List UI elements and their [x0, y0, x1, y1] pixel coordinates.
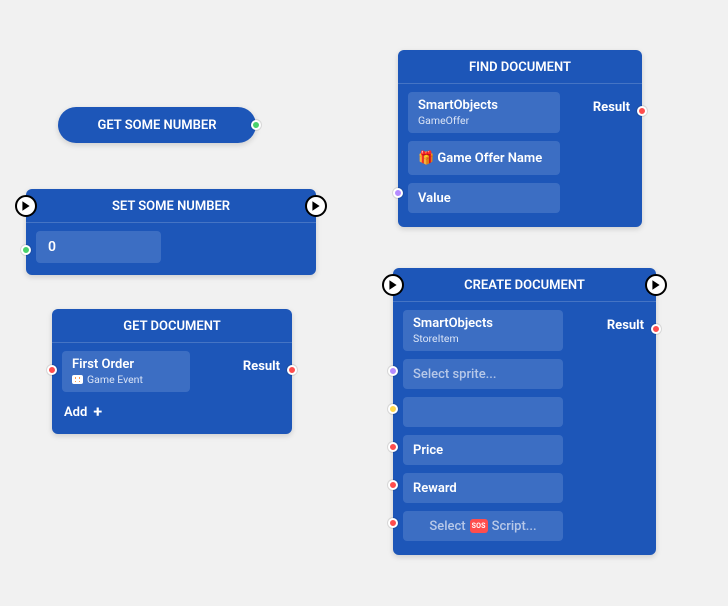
sprite-port[interactable] [388, 366, 398, 376]
result-label: Result [243, 359, 280, 374]
field-sub: Game Event [72, 373, 180, 386]
script-prefix: Select [429, 519, 465, 534]
flow-out-port[interactable] [645, 274, 667, 296]
document-field[interactable]: First Order Game Event [62, 351, 190, 392]
node-title-row: GET DOCUMENT [52, 309, 292, 343]
add-button[interactable]: Add + [62, 400, 282, 422]
sprite-field[interactable]: Select sprite... [403, 359, 563, 389]
node-title: GET SOME NUMBER [97, 118, 216, 133]
script-port[interactable] [388, 518, 398, 528]
field-label: SmartObjects [413, 316, 553, 331]
node-title-row: SET SOME NUMBER [26, 189, 316, 223]
node-title: CREATE DOCUMENT [464, 278, 585, 293]
node-title: GET DOCUMENT [123, 319, 220, 334]
node-title: FIND DOCUMENT [469, 60, 571, 75]
result-port[interactable] [637, 106, 647, 116]
smartobjects-field[interactable]: SmartObjects StoreItem [403, 310, 563, 351]
node-set-some-number[interactable]: SET SOME NUMBER 0 [26, 189, 316, 275]
node-create-document[interactable]: CREATE DOCUMENT SmartObjects StoreItem S… [393, 268, 656, 555]
number-value: 0 [48, 239, 56, 255]
placeholder-text: Select sprite... [413, 367, 553, 382]
field-label: 🎁 Game Offer Name [418, 151, 550, 166]
flow-out-port[interactable] [305, 195, 327, 217]
field-label: Value [418, 191, 550, 206]
field3-port[interactable] [388, 404, 398, 414]
number-input[interactable]: 0 [36, 231, 161, 263]
flow-in-port[interactable] [382, 274, 404, 296]
flow-in-port[interactable] [15, 195, 37, 217]
field-label: Reward [413, 481, 553, 496]
field-label: First Order [72, 357, 180, 372]
script-field[interactable]: Select SOS Script... [403, 511, 563, 541]
sos-badge-icon: SOS [470, 519, 488, 533]
node-body: SmartObjects StoreItem Select sprite... … [393, 302, 656, 555]
price-port[interactable] [388, 442, 398, 452]
grid-icon [72, 375, 83, 384]
output-port[interactable] [251, 120, 261, 130]
add-label: Add [64, 405, 87, 420]
result-port[interactable] [651, 324, 661, 334]
value-field[interactable]: Value [408, 183, 560, 213]
node-get-document[interactable]: GET DOCUMENT First Order Game Event Resu… [52, 309, 292, 434]
result-label: Result [593, 100, 630, 115]
result-port[interactable] [287, 365, 297, 375]
empty-field[interactable] [403, 397, 563, 427]
node-title-row: CREATE DOCUMENT [393, 268, 656, 302]
reward-port[interactable] [388, 480, 398, 490]
smartobjects-field[interactable]: SmartObjects GameOffer [408, 92, 560, 133]
node-title: SET SOME NUMBER [112, 199, 230, 214]
field-label: SmartObjects [418, 98, 550, 113]
node-body: 0 [26, 223, 316, 275]
field-sub: GameOffer [418, 114, 550, 127]
game-offer-name-field[interactable]: 🎁 Game Offer Name [408, 141, 560, 175]
node-title-row: FIND DOCUMENT [398, 50, 642, 84]
node-get-some-number[interactable]: GET SOME NUMBER [58, 107, 256, 143]
reward-field[interactable]: Reward [403, 473, 563, 503]
field-sub: StoreItem [413, 332, 553, 345]
node-body: SmartObjects GameOffer 🎁 Game Offer Name… [398, 84, 642, 227]
value-in-port[interactable] [21, 245, 31, 255]
value-in-port[interactable] [393, 188, 403, 198]
node-find-document[interactable]: FIND DOCUMENT SmartObjects GameOffer 🎁 G… [398, 50, 642, 227]
result-label: Result [607, 318, 644, 333]
script-suffix: Script... [492, 519, 537, 534]
field-label: Price [413, 443, 553, 458]
price-field[interactable]: Price [403, 435, 563, 465]
plus-icon: + [93, 404, 102, 420]
node-body: First Order Game Event Result Add + [52, 343, 292, 434]
input-port[interactable] [47, 365, 57, 375]
